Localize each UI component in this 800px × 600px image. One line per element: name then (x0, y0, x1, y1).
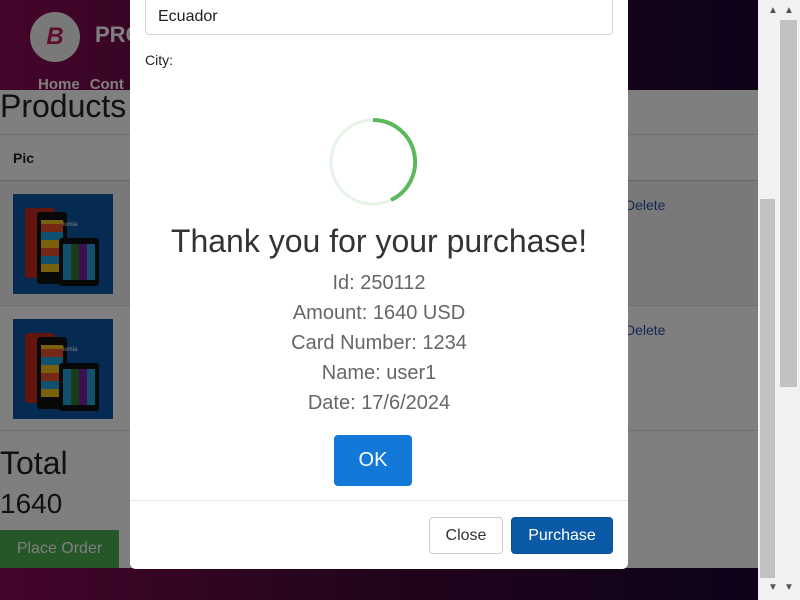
order-id: Id: 250112 (332, 272, 426, 294)
order-card-number: Card Number: 1234 (291, 332, 467, 354)
order-date: Date: 17/6/2024 (307, 392, 451, 414)
inner-scroll-track[interactable] (758, 0, 780, 600)
scrollbar[interactable]: ▲ ▼ ▲ ▼ (758, 0, 800, 600)
success-alert: Thank you for your purchase! Id: 250112 … (130, 90, 628, 500)
purchase-modal: City: Thank you for your purchase! Id: 2… (130, 0, 628, 569)
order-name: Name: user1 (321, 362, 437, 384)
page-scroll-thumb[interactable] (780, 20, 797, 387)
loading-spinner-icon (329, 117, 418, 206)
city-label: City: (145, 52, 173, 68)
modal-footer: Close Purchase (130, 500, 628, 569)
country-input[interactable] (145, 0, 613, 35)
alert-details: Id: 250112 Amount: 1640 USD Card Number:… (130, 268, 628, 418)
browser-viewport: B PRO Home Cont Products Pic : lumia Del… (0, 0, 758, 600)
purchase-button[interactable]: Purchase (511, 517, 613, 554)
inner-scroll-thumb[interactable] (760, 199, 775, 578)
order-amount: Amount: 1640 USD (292, 302, 466, 324)
page-scroll-down-arrow-icon[interactable]: ▼ (784, 582, 794, 593)
close-button[interactable]: Close (429, 517, 503, 554)
alert-title: Thank you for your purchase! (170, 223, 588, 259)
scroll-up-arrow-icon[interactable]: ▲ (768, 5, 778, 16)
scroll-down-arrow-icon[interactable]: ▼ (768, 582, 778, 593)
page-scroll-up-arrow-icon[interactable]: ▲ (784, 5, 794, 16)
ok-button[interactable]: OK (334, 435, 412, 486)
